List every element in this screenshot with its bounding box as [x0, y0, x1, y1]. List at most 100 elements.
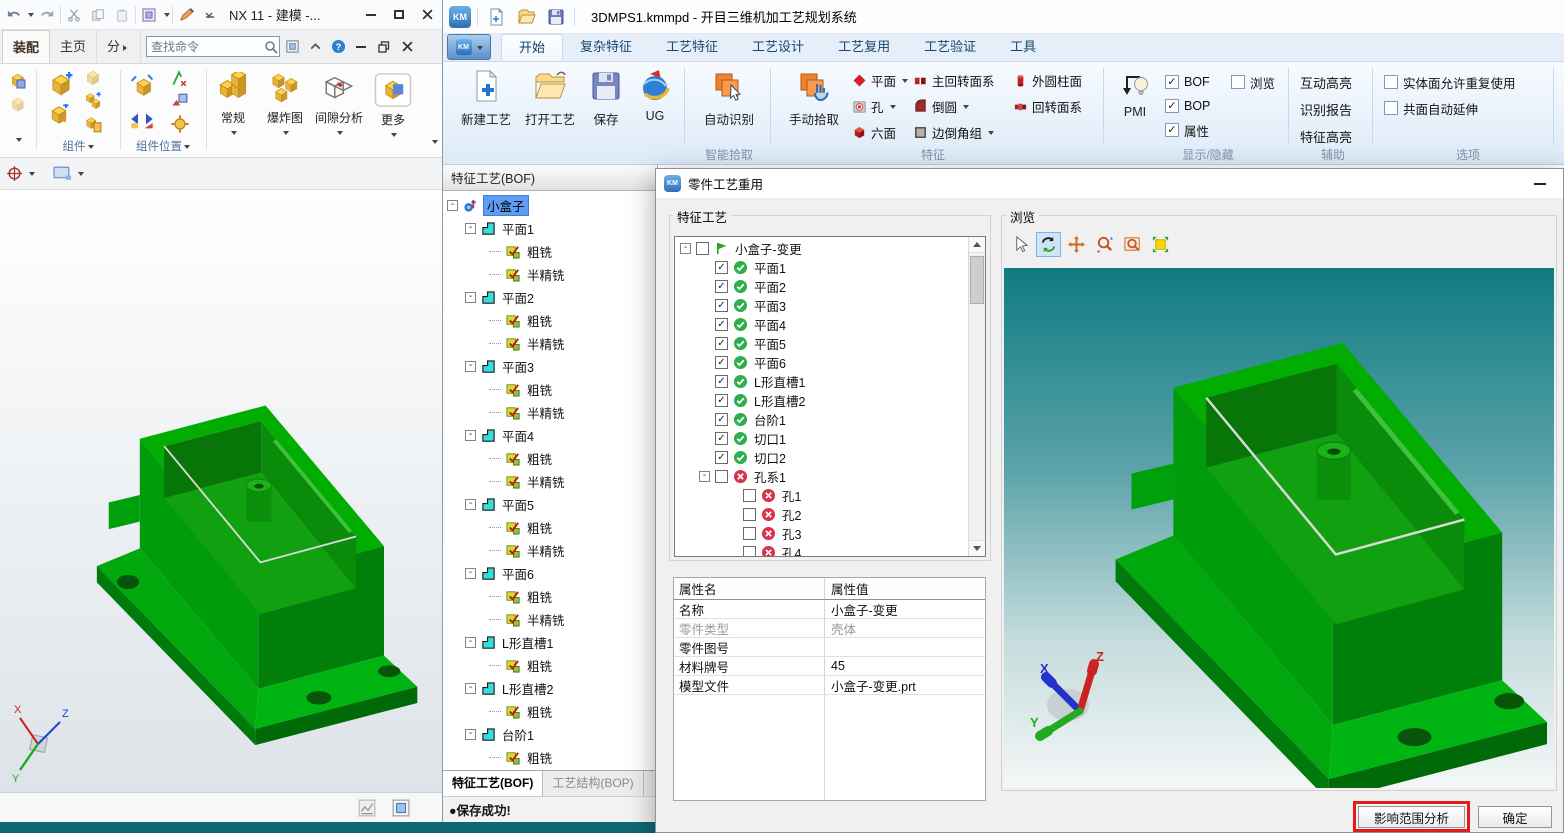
checkbox-icon[interactable]: ✓	[715, 356, 728, 369]
checkbox-icon[interactable]	[743, 508, 756, 521]
impact-scope-analysis-button[interactable]: 影响范围分析	[1358, 806, 1465, 828]
collapse-icon[interactable]: -	[465, 683, 476, 694]
redo-button[interactable]	[36, 4, 58, 26]
reuse-tree-node-平面4[interactable]: ✓平面4	[675, 315, 967, 334]
checkbox-icon[interactable]	[1384, 75, 1398, 89]
reuse-tree-node-孔1[interactable]: 孔1	[675, 486, 967, 505]
maximize-button[interactable]	[386, 4, 412, 26]
km-tab-工艺特征[interactable]: 工艺特征	[649, 34, 735, 61]
checkbox-icon[interactable]: ✓	[1165, 99, 1179, 113]
nx-general-button[interactable]: 常规	[208, 64, 258, 157]
checkbox-icon[interactable]: ✓	[715, 432, 728, 445]
dialog-titlebar[interactable]: KM 零件工艺重用	[656, 169, 1563, 199]
km-tab-开始[interactable]: 开始	[501, 34, 563, 61]
checkbox-icon[interactable]	[743, 527, 756, 540]
rotate-button[interactable]	[1036, 232, 1061, 257]
dialog-minimize-button[interactable]	[1525, 173, 1555, 195]
ribbon-button-主回转面系[interactable]: 主回转面系	[913, 69, 995, 91]
checkbox-icon[interactable]	[743, 546, 756, 557]
checkbox-共面自动延伸[interactable]: 共面自动延伸	[1384, 96, 1516, 120]
ribbon-button-外圆柱面[interactable]: 外圆柱面	[1013, 69, 1082, 91]
rectangle-select-icon[interactable]	[53, 166, 72, 181]
collapse-icon[interactable]: -	[465, 361, 476, 372]
reuse-tree-node-孔2[interactable]: 孔2	[675, 505, 967, 524]
checkbox-icon[interactable]: ✓	[715, 375, 728, 388]
browse-3d-view[interactable]: X Z Y	[1004, 268, 1554, 788]
reuse-tree-node-孔系1[interactable]: -孔系1	[675, 467, 967, 486]
collapse-icon[interactable]: -	[465, 568, 476, 579]
snap-point-icon[interactable]	[6, 165, 23, 182]
reuse-tree-node-孔4[interactable]: 孔4	[675, 543, 967, 557]
select-cursor-button[interactable]	[1008, 232, 1033, 257]
ribbon-overflow-icon[interactable]	[432, 140, 438, 147]
bof-operation-平面4-粗铣[interactable]: 粗铣	[443, 447, 657, 470]
ribbon-button-倒圆[interactable]: 倒圆	[913, 95, 995, 117]
bof-operation-平面2-半精铣[interactable]: 半精铣	[443, 332, 657, 355]
bof-feature-平面2[interactable]: -平面2	[443, 286, 657, 309]
bof-operation-平面3-半精铣[interactable]: 半精铣	[443, 401, 657, 424]
search-input[interactable]	[147, 38, 263, 55]
nx-tab-分[interactable]: 分	[97, 30, 141, 63]
chevron-down-icon[interactable]	[78, 172, 84, 179]
reuse-tree-node-切口2[interactable]: ✓切口2	[675, 448, 967, 467]
doc-restore-button[interactable]	[373, 36, 395, 58]
scrollbar-thumb[interactable]	[970, 256, 984, 304]
reuse-tree-node-平面1[interactable]: ✓平面1	[675, 258, 967, 277]
pattern-component-icon[interactable]	[84, 92, 102, 110]
full-screen-button[interactable]	[281, 36, 303, 58]
add-component-icon[interactable]	[48, 72, 74, 98]
checkbox-icon[interactable]: ✓	[1165, 75, 1179, 89]
checkbox-icon[interactable]: ✓	[715, 337, 728, 350]
minimize-ribbon-button[interactable]	[304, 36, 326, 58]
bof-tree-root[interactable]: -小盒子	[443, 194, 657, 217]
bof-operation-平面6-粗铣[interactable]: 粗铣	[443, 585, 657, 608]
ribbon-button-识别报告[interactable]: 识别报告	[1300, 97, 1352, 122]
km-tab-工艺设计[interactable]: 工艺设计	[735, 34, 821, 61]
checkbox-属性[interactable]: ✓属性	[1165, 118, 1210, 142]
window-toggle-icon[interactable]	[392, 799, 410, 817]
checkbox-icon[interactable]	[696, 242, 709, 255]
close-button[interactable]	[414, 4, 440, 26]
km-tab-工艺验证[interactable]: 工艺验证	[907, 34, 993, 61]
checkbox-BOP[interactable]: ✓BOP	[1165, 94, 1210, 118]
ribbon-button-六面[interactable]: 六面	[852, 121, 908, 143]
checkbox-icon[interactable]: ✓	[715, 394, 728, 407]
collapse-icon[interactable]: -	[465, 223, 476, 234]
bof-feature-台阶1[interactable]: -台阶1	[443, 723, 657, 746]
fit-button[interactable]	[1148, 232, 1173, 257]
nx-more-button[interactable]: 更多	[368, 64, 418, 157]
checkbox-icon[interactable]: ✓	[715, 413, 728, 426]
bof-operation-平面5-半精铣[interactable]: 半精铣	[443, 539, 657, 562]
chevron-down-icon[interactable]	[16, 138, 22, 145]
property-row-零件类型[interactable]: 零件类型壳体	[674, 619, 985, 638]
doc-close-button[interactable]	[396, 36, 418, 58]
reuse-tree-node-小盒子-变更[interactable]: -小盒子-变更	[675, 239, 967, 258]
reuse-tree-node-平面6[interactable]: ✓平面6	[675, 353, 967, 372]
ribbon-button-平面[interactable]: 平面	[852, 69, 908, 91]
more-commands-button[interactable]	[199, 4, 221, 26]
checkbox-icon[interactable]: ✓	[715, 299, 728, 312]
bof-operation-平面4-半精铣[interactable]: 半精铣	[443, 470, 657, 493]
assembly-constraint-icon[interactable]	[170, 70, 188, 88]
collapse-icon[interactable]: -	[465, 292, 476, 303]
open-file-button[interactable]	[514, 5, 538, 29]
reuse-tree-node-L形直槽1[interactable]: ✓L形直槽1	[675, 372, 967, 391]
chevron-down-icon[interactable]	[164, 13, 170, 20]
property-row-名称[interactable]: 名称小盒子-变更	[674, 600, 985, 619]
bof-operation-平面1-半精铣[interactable]: 半精铣	[443, 263, 657, 286]
checkbox-icon[interactable]: ✓	[1165, 123, 1179, 137]
paste-button[interactable]	[111, 4, 133, 26]
ribbon-button-孔[interactable]: 孔	[852, 95, 908, 117]
new-process-button[interactable]: 新建工艺	[455, 67, 517, 128]
bof-feature-平面3[interactable]: -平面3	[443, 355, 657, 378]
collapse-icon[interactable]: -	[465, 637, 476, 648]
bof-operation-平面3-粗铣[interactable]: 粗铣	[443, 378, 657, 401]
bof-operation-平面2-粗铣[interactable]: 粗铣	[443, 309, 657, 332]
reuse-tree-node-台阶1[interactable]: ✓台阶1	[675, 410, 967, 429]
display-part-button[interactable]	[138, 4, 160, 26]
manual-pick-button[interactable]: 手动拾取	[778, 67, 850, 128]
mesh-toggle-icon[interactable]	[358, 799, 376, 817]
bof-operation-L形直槽1-粗铣[interactable]: 粗铣	[443, 654, 657, 677]
drag-component-icon[interactable]	[170, 114, 190, 134]
undo-button[interactable]	[2, 4, 24, 26]
